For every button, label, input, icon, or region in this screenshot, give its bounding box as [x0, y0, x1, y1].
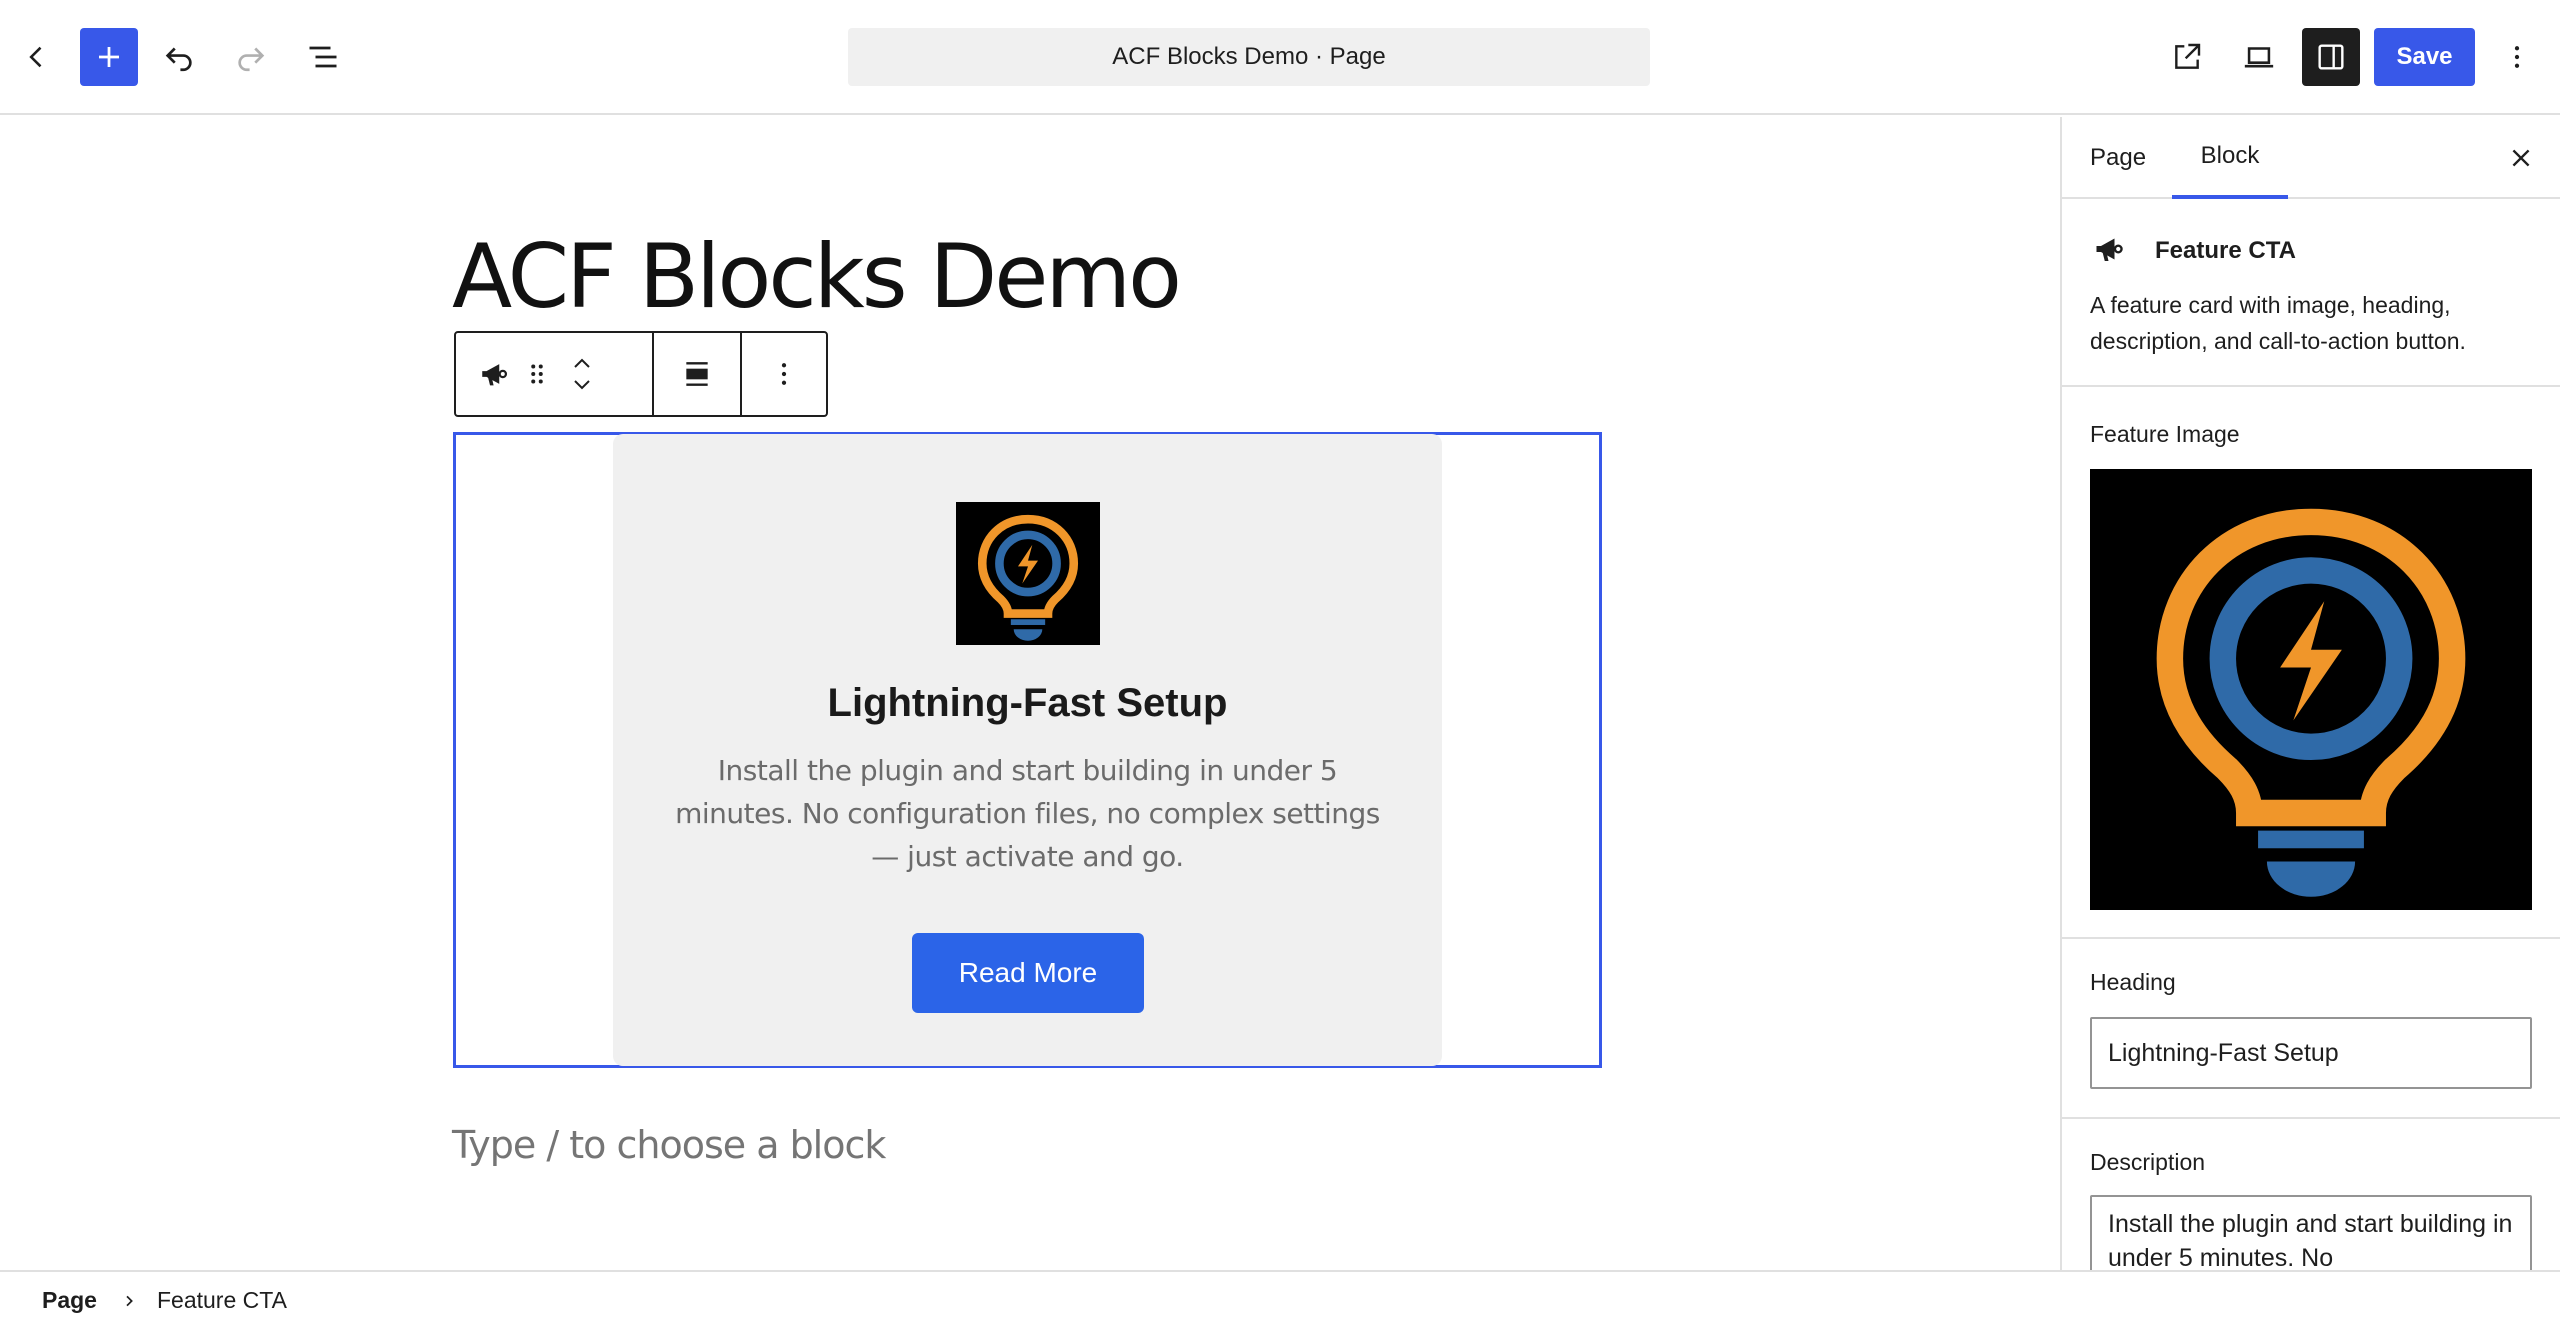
close-icon	[2512, 149, 2530, 167]
block-card-title: Feature CTA	[2155, 237, 2296, 264]
drag-handle-icon	[531, 364, 543, 384]
preview-device-button[interactable]	[2230, 28, 2288, 86]
redo-icon	[238, 47, 265, 72]
block-toolbar-group-align	[654, 333, 742, 415]
sidebar-tabs: Page Block	[2062, 117, 2560, 199]
heading-field[interactable]: Lightning-Fast Setup	[2090, 1017, 2532, 1089]
description-panel: Description Install the plugin and start…	[2062, 1119, 2560, 1270]
feature-image-panel: Feature Image	[2062, 389, 2560, 939]
align-button[interactable]	[681, 358, 713, 390]
breadcrumb-block: Feature CTA	[156, 1287, 287, 1313]
tab-block[interactable]: Block	[2172, 117, 2288, 199]
description-field-label: Description	[2090, 1149, 2206, 1175]
block-type-button[interactable]	[478, 357, 512, 391]
feature-description: Install the plugin and start building in…	[675, 754, 1380, 873]
align-icon	[686, 362, 708, 386]
megaphone-icon	[2096, 238, 2123, 261]
megaphone-icon	[482, 364, 508, 386]
editor-header: ACF Blocks Demo · Page Save	[0, 0, 2560, 115]
heading-field-label: Heading	[2090, 969, 2176, 995]
feature-cta-card[interactable]: Lightning-Fast Setup Install the plugin …	[613, 434, 1442, 1066]
block-card: Feature CTA A feature card with image, h…	[2062, 201, 2560, 387]
more-vertical-icon	[2514, 46, 2520, 68]
more-vertical-icon	[781, 363, 787, 385]
move-up-icon[interactable]	[570, 356, 594, 370]
tab-page[interactable]: Page	[2090, 117, 2146, 199]
undo-button[interactable]	[150, 28, 208, 86]
external-link-icon	[2175, 43, 2201, 69]
sidebar-icon	[2318, 44, 2344, 70]
document-title-bar[interactable]: ACF Blocks Demo · Page	[848, 28, 1650, 86]
description-field[interactable]: Install the plugin and start building in…	[2090, 1195, 2532, 1270]
block-toolbar-group-options	[742, 333, 826, 415]
block-options-button[interactable]	[769, 359, 799, 389]
editor-canvas: ACF Blocks Demo Lightning-Fast Setup Ins…	[0, 117, 2060, 1270]
block-toolbar	[454, 331, 828, 417]
feature-image-label: Feature Image	[2090, 421, 2240, 447]
read-more-button[interactable]: Read More	[912, 933, 1144, 1013]
block-appender-placeholder[interactable]: Type / to choose a block	[452, 1123, 886, 1167]
page-title[interactable]: ACF Blocks Demo	[452, 225, 1182, 328]
options-menu-button[interactable]	[2488, 28, 2546, 86]
settings-sidebar: Page Block Feature CTA A feature card wi…	[2060, 117, 2560, 1270]
document-overview-button[interactable]	[294, 28, 352, 86]
block-breadcrumb: Page Feature CTA	[0, 1270, 2560, 1329]
feature-image	[956, 502, 1100, 645]
breadcrumb-page[interactable]: Page	[42, 1287, 97, 1314]
block-card-description: A feature card with image, heading, desc…	[2090, 292, 2466, 354]
back-chevron-icon	[29, 46, 42, 68]
back-button[interactable]	[8, 28, 66, 86]
redo-button[interactable]	[222, 28, 280, 86]
block-inserter-button[interactable]	[80, 28, 138, 86]
chevron-right-icon	[121, 1293, 137, 1309]
lightbulb-icon	[977, 514, 1079, 641]
block-movers	[570, 356, 594, 392]
close-sidebar-button[interactable]	[2492, 129, 2550, 187]
heading-panel: Heading Lightning-Fast Setup	[2062, 939, 2560, 1119]
feature-heading: Lightning-Fast Setup	[827, 681, 1228, 725]
view-page-button[interactable]	[2158, 28, 2216, 86]
feature-image-preview[interactable]	[2090, 469, 2532, 910]
laptop-icon	[2244, 47, 2274, 68]
settings-sidebar-toggle[interactable]	[2302, 28, 2360, 86]
block-card-icon	[2092, 231, 2128, 272]
save-button[interactable]: Save	[2374, 28, 2475, 86]
undo-icon	[165, 47, 192, 72]
plus-icon	[99, 47, 119, 67]
move-down-icon[interactable]	[570, 378, 594, 392]
lightbulb-icon	[2156, 508, 2466, 897]
block-toolbar-group-block	[456, 333, 654, 415]
drag-handle[interactable]	[524, 359, 550, 389]
list-view-icon	[309, 46, 337, 68]
